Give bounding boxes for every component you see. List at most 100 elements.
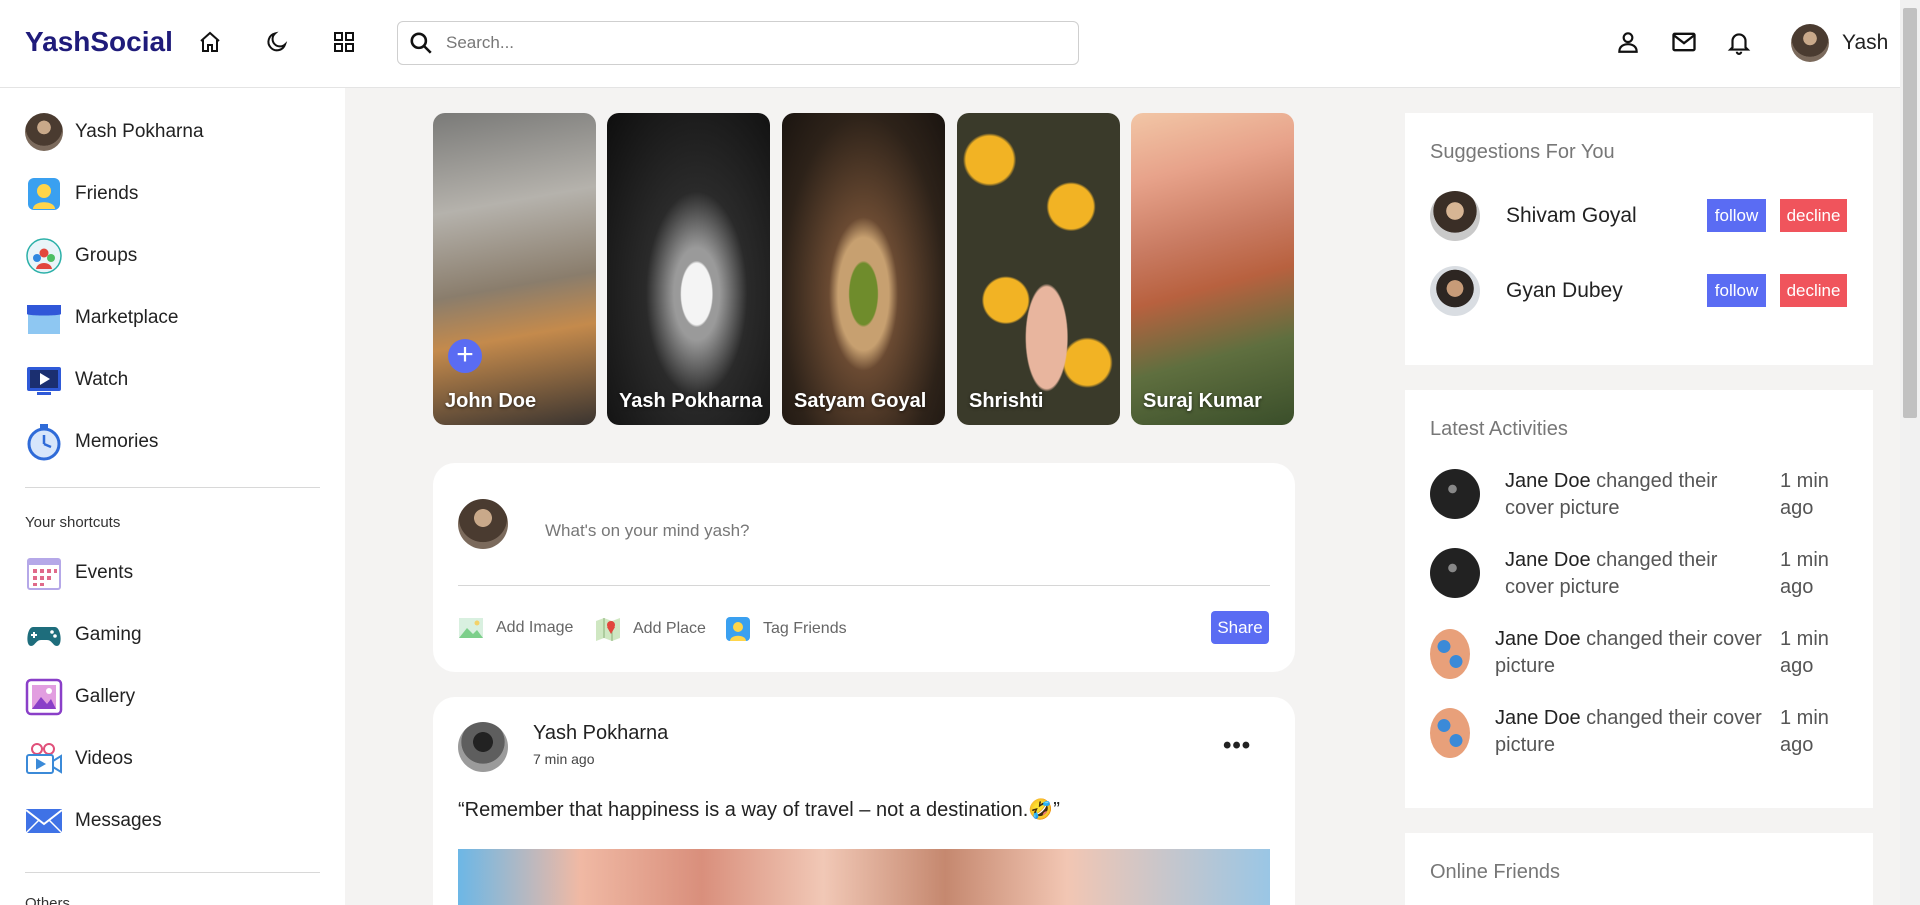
search-input[interactable] <box>446 33 1046 53</box>
sidebar-item-friends[interactable]: Friends <box>25 174 138 214</box>
gamepad-icon <box>25 616 63 654</box>
activity-avatar[interactable] <box>1430 629 1470 679</box>
activity-text: Jane Doe changed their cover picture <box>1495 626 1780 680</box>
story-card[interactable]: Shrishti <box>957 113 1120 425</box>
activity-item: Jane Doe changed their cover picture 1 mi… <box>1430 468 1850 524</box>
sidebar-item-label: Memories <box>75 431 159 452</box>
sidebar-item-label: Yash Pokharna <box>75 121 204 142</box>
story-card[interactable]: + John Doe <box>433 113 596 425</box>
left-sidebar: Yash Pokharna Friends Groups Marketplace… <box>0 88 345 905</box>
online-friends-title: Online Friends <box>1430 861 1561 883</box>
activity-time: 1 min ago <box>1780 707 1829 756</box>
post-image[interactable] <box>458 849 1270 905</box>
story-card[interactable]: Suraj Kumar <box>1131 113 1294 425</box>
add-place-label: Add Place <box>633 620 706 637</box>
sidebar-item-watch[interactable]: Watch <box>25 360 128 400</box>
sidebar-item-label: Gaming <box>75 624 142 645</box>
activity-text: Jane Doe changed their cover picture <box>1495 705 1780 759</box>
suggestion-row: Gyan Dubey follow decline <box>1430 266 1850 316</box>
activity-user[interactable]: Jane Doe <box>1495 707 1581 729</box>
marketplace-icon <box>25 299 63 337</box>
activity-avatar[interactable] <box>1430 469 1480 519</box>
suggestion-name[interactable]: Shivam Goyal <box>1506 204 1706 228</box>
scrollbar-thumb[interactable] <box>1903 8 1917 418</box>
follow-button[interactable]: follow <box>1707 274 1766 307</box>
activity-user[interactable]: Jane Doe <box>1505 549 1591 571</box>
decline-button[interactable]: decline <box>1780 274 1847 307</box>
activity-action: changed their cover <box>1580 628 1762 650</box>
plus-icon[interactable]: + <box>448 339 482 373</box>
activity-action: changed their <box>1590 470 1718 492</box>
activity-time: 1 min ago <box>1780 628 1829 677</box>
activity-text: Jane Doe changed their cover picture <box>1505 547 1780 601</box>
sidebar-item-label: Groups <box>75 245 138 266</box>
suggestion-avatar[interactable] <box>1430 191 1480 241</box>
post-text: “Remember that happiness is a way of tra… <box>458 799 1060 821</box>
post-card: Yash Pokharna 7 min ago ••• “Remember th… <box>433 697 1295 905</box>
sidebar-item-gaming[interactable]: Gaming <box>25 615 142 655</box>
suggestion-name[interactable]: Gyan Dubey <box>1506 279 1706 303</box>
search-icon <box>410 32 432 54</box>
image-icon <box>459 618 483 638</box>
notification-bell-icon[interactable] <box>1723 26 1755 58</box>
person-icon[interactable] <box>1612 26 1644 58</box>
story-name: Yash Pokharna <box>619 390 763 412</box>
shortcuts-heading: Your shortcuts <box>25 514 121 531</box>
user-profile-chip[interactable]: Yash <box>1778 24 1888 62</box>
apps-grid-icon[interactable] <box>328 26 360 58</box>
suggestions-panel: Suggestions For You Shivam Goyal follow … <box>1405 113 1873 365</box>
others-heading: Others <box>25 895 71 905</box>
suggestion-avatar[interactable] <box>1430 266 1480 316</box>
sidebar-divider <box>25 872 320 873</box>
activity-user[interactable]: Jane Doe <box>1505 470 1591 492</box>
add-image-button[interactable]: Add Image <box>458 616 573 640</box>
sidebar-item-videos[interactable]: Videos <box>25 739 133 779</box>
online-friends-panel: Online Friends <box>1405 833 1873 905</box>
suggestion-row: Shivam Goyal follow decline <box>1430 191 1850 241</box>
activities-title: Latest Activities <box>1430 418 1568 440</box>
decline-button[interactable]: decline <box>1780 199 1847 232</box>
follow-button[interactable]: follow <box>1707 199 1766 232</box>
activity-time: 1 min ago <box>1780 470 1829 519</box>
sidebar-item-marketplace[interactable]: Marketplace <box>25 298 179 338</box>
tag-friends-button[interactable]: Tag Friends <box>725 616 847 642</box>
tag-friends-label: Tag Friends <box>763 620 847 637</box>
post-composer-input[interactable] <box>545 521 1105 541</box>
post-author-name[interactable]: Yash Pokharna <box>533 722 668 745</box>
app-logo[interactable]: YashSocial <box>25 26 173 58</box>
activity-item: Jane Doe changed their cover picture 1 mi… <box>1430 547 1850 603</box>
latest-activities-panel: Latest Activities Jane Doe changed their… <box>1405 390 1873 808</box>
sidebar-item-memories[interactable]: Memories <box>25 422 158 462</box>
composer-divider <box>458 585 1270 586</box>
sidebar-item-events[interactable]: Events <box>25 553 133 593</box>
search-bar <box>397 21 1079 65</box>
add-place-button[interactable]: Add Place <box>595 616 706 642</box>
activity-action-cont: picture <box>1495 655 1556 677</box>
sidebar-item-label: Friends <box>75 183 139 204</box>
sidebar-item-label: Marketplace <box>75 307 179 328</box>
activity-avatar[interactable] <box>1430 708 1470 758</box>
activity-action-cont: cover picture <box>1505 497 1620 519</box>
map-icon <box>596 618 620 641</box>
share-button[interactable]: Share <box>1211 611 1269 644</box>
story-card[interactable]: Satyam Goyal <box>782 113 945 425</box>
activity-user[interactable]: Jane Doe <box>1495 628 1581 650</box>
tag-friends-icon <box>726 617 750 641</box>
groups-icon <box>25 237 63 275</box>
activity-action-cont: cover picture <box>1505 576 1620 598</box>
sidebar-item-label: Watch <box>75 369 129 390</box>
home-icon[interactable] <box>194 26 226 58</box>
sidebar-item-messages[interactable]: Messages <box>25 801 162 841</box>
story-card[interactable]: Yash Pokharna <box>607 113 770 425</box>
sidebar-item-label: Messages <box>75 810 162 831</box>
dark-mode-icon[interactable] <box>261 26 293 58</box>
mail-icon[interactable] <box>1668 26 1700 58</box>
sidebar-item-profile[interactable]: Yash Pokharna <box>25 112 204 152</box>
activity-time: 1 min ago <box>1780 549 1829 598</box>
more-options-icon[interactable]: ••• <box>1223 732 1251 760</box>
sidebar-item-groups[interactable]: Groups <box>25 236 137 276</box>
post-author-avatar[interactable] <box>458 722 508 772</box>
sidebar-item-gallery[interactable]: Gallery <box>25 677 135 717</box>
add-image-label: Add Image <box>496 619 574 636</box>
activity-avatar[interactable] <box>1430 548 1480 598</box>
